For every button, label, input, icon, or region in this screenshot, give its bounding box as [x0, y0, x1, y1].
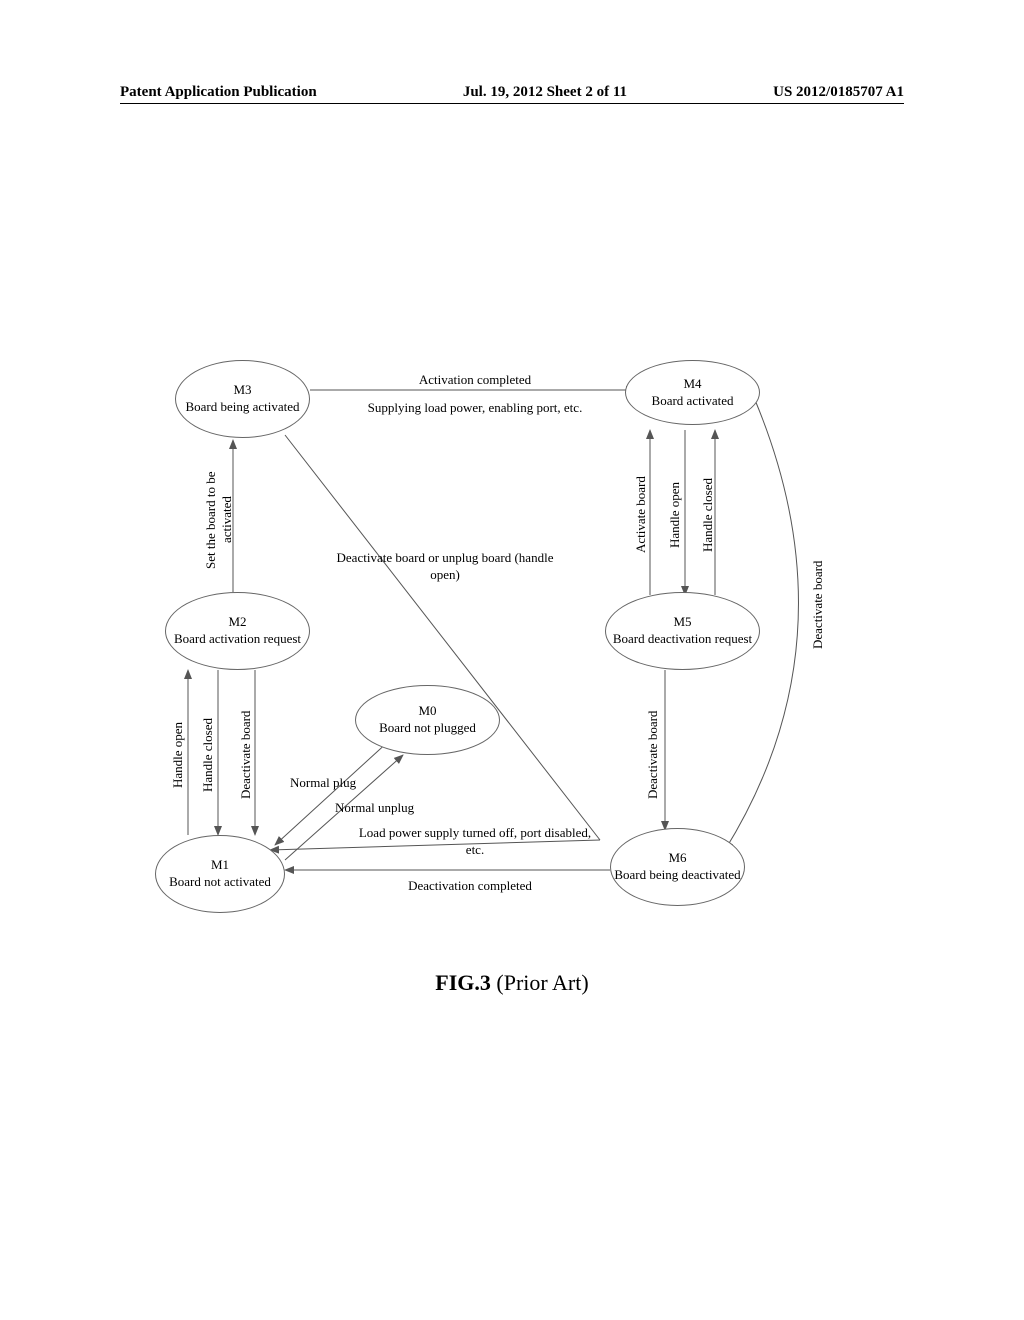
- label-deactivate-m4m6: Deactivate board: [810, 535, 826, 675]
- state-id: M6: [668, 850, 686, 867]
- label-deactivate-m5m6: Deactivate board: [645, 695, 661, 815]
- state-text: Board not activated: [169, 874, 271, 891]
- state-text: Board being activated: [185, 399, 299, 416]
- label-load-power-off: Load power supply turned off, port disab…: [350, 825, 600, 859]
- label-set-board-activated: Set the board to be activated: [203, 455, 235, 585]
- state-id: M1: [211, 857, 229, 874]
- state-text: Board being deactivated: [614, 867, 740, 884]
- state-text: Board not plugged: [379, 720, 476, 737]
- label-handle-open-left: Handle open: [170, 695, 186, 815]
- state-text: Board activated: [652, 393, 734, 410]
- page-header: Patent Application Publication Jul. 19, …: [120, 84, 904, 104]
- state-text: Board activation request: [174, 631, 301, 648]
- header-center: Jul. 19, 2012 Sheet 2 of 11: [463, 84, 627, 101]
- label-handle-closed-right: Handle closed: [700, 455, 716, 575]
- state-id: M2: [228, 614, 246, 631]
- state-m3: M3 Board being activated: [175, 360, 310, 438]
- label-normal-unplug: Normal unplug: [335, 800, 414, 817]
- label-handle-closed-left: Handle closed: [200, 695, 216, 815]
- state-m4: M4 Board activated: [625, 360, 760, 425]
- label-activate-board: Activate board: [633, 455, 649, 575]
- state-text: Board deactivation request: [613, 631, 752, 648]
- label-deactivate-diag: Deactivate board or unplug board (handle…: [330, 550, 560, 584]
- state-id: M4: [683, 376, 701, 393]
- state-diagram: M3 Board being activated M4 Board activa…: [155, 360, 875, 960]
- state-m0: M0 Board not plugged: [355, 685, 500, 755]
- state-id: M0: [418, 703, 436, 720]
- figure-caption: FIG.3 (Prior Art): [0, 970, 1024, 996]
- label-handle-open-right: Handle open: [667, 455, 683, 575]
- state-id: M3: [233, 382, 251, 399]
- figure-label: FIG.3: [435, 970, 491, 995]
- header-left: Patent Application Publication: [120, 84, 317, 101]
- state-m2: M2 Board activation request: [165, 592, 310, 670]
- header-right: US 2012/0185707 A1: [773, 84, 904, 101]
- state-m5: M5 Board deactivation request: [605, 592, 760, 670]
- label-normal-plug: Normal plug: [290, 775, 356, 792]
- state-m1: M1 Board not activated: [155, 835, 285, 913]
- figure-note: (Prior Art): [496, 970, 588, 995]
- state-id: M5: [673, 614, 691, 631]
- state-m6: M6 Board being deactivated: [610, 828, 745, 906]
- label-deactivation-completed: Deactivation completed: [370, 878, 570, 895]
- label-deactivate-left: Deactivate board: [238, 695, 254, 815]
- label-supply-load: Supplying load power, enabling port, etc…: [325, 400, 625, 417]
- label-activation-completed: Activation completed: [375, 372, 575, 389]
